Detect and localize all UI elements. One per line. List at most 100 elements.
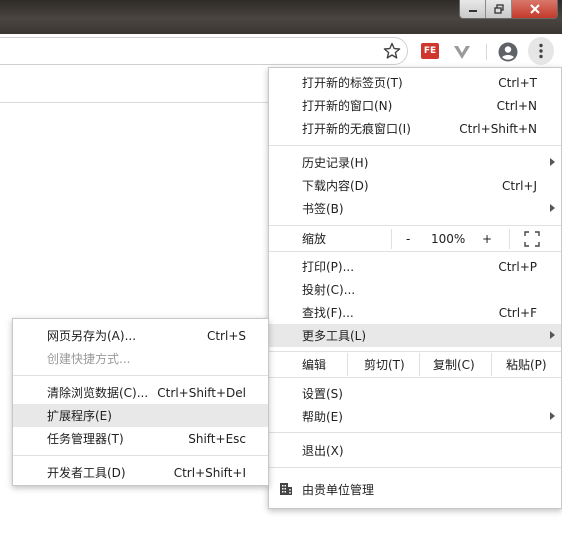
menu-item-downloads[interactable]: 下载内容(D) Ctrl+J bbox=[269, 174, 561, 197]
menu-item-shortcut: Ctrl+S bbox=[206, 328, 246, 343]
submenu-item-clear-browsing-data[interactable]: 清除浏览数据(C)... Ctrl+Shift+Del bbox=[13, 381, 268, 404]
menu-item-label: 清除浏览数据(C)... bbox=[47, 386, 149, 400]
toolbar-divider-line bbox=[0, 102, 268, 103]
zoom-in-button[interactable]: + bbox=[482, 232, 492, 246]
menu-item-shortcut: Ctrl+Shift+I bbox=[173, 465, 246, 480]
menu-item-shortcut: Ctrl+F bbox=[498, 305, 537, 320]
zoom-out-button[interactable]: - bbox=[406, 232, 410, 246]
menu-item-label: 打印(P)... bbox=[302, 260, 355, 274]
zoom-level: 100% bbox=[431, 231, 466, 246]
menu-item-label: 打开新的标签页(T) bbox=[302, 76, 403, 90]
window-title-bar bbox=[0, 0, 562, 34]
menu-item-new-incognito-window[interactable]: 打开新的无痕窗口(I) Ctrl+Shift+N bbox=[269, 117, 561, 140]
submenu-arrow-icon bbox=[550, 204, 555, 212]
address-bar[interactable] bbox=[0, 37, 408, 65]
paste-button[interactable]: 粘贴(P) bbox=[506, 353, 547, 376]
zoom-label: 缩放 bbox=[302, 232, 327, 246]
edit-divider bbox=[491, 353, 492, 376]
submenu-item-developer-tools[interactable]: 开发者工具(D) Ctrl+Shift+I bbox=[13, 461, 268, 484]
chrome-menu-button[interactable] bbox=[528, 37, 554, 65]
menu-item-label: 创建快捷方式... bbox=[47, 352, 131, 366]
menu-separator bbox=[13, 455, 268, 456]
bookmark-star-icon[interactable] bbox=[382, 41, 402, 61]
menu-item-label: 开发者工具(D) bbox=[47, 466, 126, 480]
submenu-item-extensions[interactable]: 扩展程序(E) bbox=[13, 404, 268, 427]
more-tools-submenu: 网页另存为(A)... Ctrl+S 创建快捷方式... 清除浏览数据(C)..… bbox=[12, 318, 269, 486]
menu-separator bbox=[269, 145, 561, 146]
menu-item-label: 扩展程序(E) bbox=[47, 409, 112, 423]
menu-item-shortcut: Ctrl+Shift+N bbox=[459, 121, 537, 136]
window-controls bbox=[459, 0, 558, 19]
browser-toolbar bbox=[0, 34, 562, 68]
menu-separator bbox=[269, 377, 561, 378]
menu-separator bbox=[269, 225, 561, 226]
menu-item-new-window[interactable]: 打开新的窗口(N) Ctrl+N bbox=[269, 94, 561, 117]
copy-button[interactable]: 复制(C) bbox=[433, 353, 475, 376]
menu-item-label: 设置(S) bbox=[302, 387, 343, 401]
menu-item-zoom: 缩放 - 100% + bbox=[269, 227, 561, 250]
vue-extension-icon[interactable] bbox=[453, 43, 471, 61]
menu-item-shortcut: Shift+Esc bbox=[188, 431, 246, 446]
menu-item-label: 由贵单位管理 bbox=[302, 482, 375, 497]
restore-button[interactable] bbox=[486, 0, 512, 18]
menu-item-new-tab[interactable]: 打开新的标签页(T) Ctrl+T bbox=[269, 71, 561, 94]
menu-separator bbox=[13, 375, 268, 376]
menu-item-label: 退出(X) bbox=[302, 444, 344, 458]
menu-item-more-tools[interactable]: 更多工具(L) bbox=[269, 324, 561, 347]
menu-item-shortcut: Ctrl+T bbox=[498, 75, 537, 90]
menu-item-label: 帮助(E) bbox=[302, 410, 343, 424]
menu-item-label: 下载内容(D) bbox=[302, 179, 369, 193]
toolbar-separator bbox=[486, 44, 487, 60]
menu-separator bbox=[269, 467, 561, 468]
menu-item-bookmarks[interactable]: 书签(B) bbox=[269, 197, 561, 220]
zoom-divider bbox=[509, 229, 510, 249]
fe-extension-icon[interactable]: FE bbox=[421, 43, 439, 59]
menu-item-label: 更多工具(L) bbox=[302, 329, 367, 343]
menu-item-find[interactable]: 查找(F)... Ctrl+F bbox=[269, 301, 561, 324]
submenu-item-task-manager[interactable]: 任务管理器(T) Shift+Esc bbox=[13, 427, 268, 450]
profile-avatar-icon[interactable] bbox=[497, 41, 519, 63]
zoom-divider bbox=[391, 229, 392, 249]
menu-separator bbox=[269, 351, 561, 352]
menu-separator bbox=[269, 251, 561, 252]
minimize-button[interactable] bbox=[460, 0, 486, 18]
submenu-item-create-shortcut: 创建快捷方式... bbox=[13, 347, 268, 370]
minimize-icon bbox=[468, 10, 477, 12]
submenu-arrow-icon bbox=[550, 158, 555, 166]
submenu-arrow-icon bbox=[550, 412, 555, 420]
menu-item-shortcut: Ctrl+N bbox=[496, 98, 537, 113]
menu-item-shortcut: Ctrl+P bbox=[498, 259, 537, 274]
menu-item-exit[interactable]: 退出(X) bbox=[269, 439, 561, 462]
menu-item-label: 查找(F)... bbox=[302, 306, 354, 320]
menu-item-label: 投射(C)... bbox=[302, 283, 356, 297]
menu-item-managed-by-org[interactable]: 由贵单位管理 bbox=[269, 476, 561, 502]
menu-item-label: 打开新的窗口(N) bbox=[302, 99, 393, 113]
menu-item-edit: 编辑 剪切(T) 复制(C) 粘贴(P) bbox=[269, 353, 561, 376]
menu-item-label: 打开新的无痕窗口(I) bbox=[302, 122, 411, 136]
menu-item-history[interactable]: 历史记录(H) bbox=[269, 151, 561, 174]
menu-item-settings[interactable]: 设置(S) bbox=[269, 382, 561, 405]
menu-item-label: 历史记录(H) bbox=[302, 156, 369, 170]
close-icon bbox=[529, 4, 540, 14]
chrome-main-menu: 打开新的标签页(T) Ctrl+T 打开新的窗口(N) Ctrl+N 打开新的无… bbox=[268, 67, 562, 509]
edit-divider bbox=[347, 353, 348, 376]
edit-divider bbox=[419, 353, 420, 376]
more-vertical-icon bbox=[539, 43, 543, 59]
menu-item-label: 任务管理器(T) bbox=[47, 432, 124, 446]
menu-item-cast[interactable]: 投射(C)... bbox=[269, 278, 561, 301]
menu-item-shortcut: Ctrl+Shift+Del bbox=[157, 385, 246, 400]
menu-item-label: 书签(B) bbox=[302, 202, 344, 216]
close-button[interactable] bbox=[512, 0, 557, 18]
cut-button[interactable]: 剪切(T) bbox=[364, 353, 405, 376]
menu-item-shortcut: Ctrl+J bbox=[502, 178, 537, 193]
menu-separator bbox=[269, 432, 561, 433]
submenu-arrow-icon bbox=[550, 331, 555, 339]
fullscreen-icon[interactable] bbox=[524, 231, 540, 247]
submenu-item-save-page[interactable]: 网页另存为(A)... Ctrl+S bbox=[13, 324, 268, 347]
menu-item-print[interactable]: 打印(P)... Ctrl+P bbox=[269, 255, 561, 278]
menu-item-help[interactable]: 帮助(E) bbox=[269, 405, 561, 428]
menu-item-label: 网页另存为(A)... bbox=[47, 329, 137, 343]
edit-label: 编辑 bbox=[302, 358, 327, 372]
building-icon bbox=[280, 483, 292, 495]
restore-icon bbox=[493, 4, 504, 14]
